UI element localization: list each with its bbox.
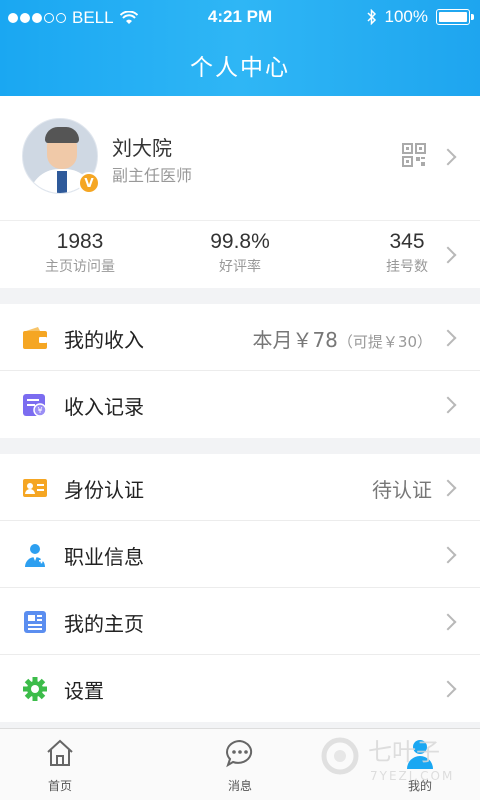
watermark-text: 七叶子 (368, 738, 440, 766)
homepage-icon (24, 611, 46, 633)
wallet-icon (23, 327, 47, 349)
doctor-name: 刘大院 (112, 136, 172, 160)
chevron-right-icon (439, 396, 457, 414)
my-homepage-row[interactable]: 我的主页 (0, 588, 480, 655)
stat-label: 主页访问量 (45, 259, 115, 275)
doctor-title: 副主任医师 (112, 166, 193, 185)
page-title: 个人中心 (190, 55, 290, 81)
identity-verify-row[interactable]: 身份认证 待认证 (0, 454, 480, 521)
stats-row[interactable]: 1983 主页访问量 99.8% 好评率 345 挂号数 (0, 220, 480, 288)
verified-badge: V (78, 172, 100, 194)
bluetooth-icon (366, 9, 376, 25)
chevron-right-icon (439, 479, 457, 497)
tab-messages[interactable]: 消息 (195, 737, 285, 794)
tab-home[interactable]: 首页 (15, 737, 105, 794)
withdrawable-amount: （可提￥30） (337, 333, 432, 351)
battery-icon (436, 9, 474, 25)
settings-label: 设置 (64, 679, 104, 703)
chevron-right-icon (439, 613, 457, 631)
chevron-right-icon (439, 546, 457, 564)
qr-code-icon[interactable] (402, 143, 426, 167)
stat-rating[interactable]: 99.8% 好评率 (165, 230, 315, 276)
watermark-logo: 七叶子 7YEZI.COM (321, 737, 454, 783)
status-right: 100% (366, 7, 474, 27)
identity-verify-label: 身份认证 (64, 478, 144, 502)
income-group: 我的收入 本月￥78（可提￥30） ¥ 收入记录 (0, 304, 480, 438)
my-homepage-label: 我的主页 (64, 612, 144, 636)
stat-visits[interactable]: 1983 主页访问量 (5, 230, 155, 276)
identity-status: 待认证 (372, 478, 432, 502)
chevron-right-icon (439, 680, 457, 698)
tab-label: 消息 (227, 779, 252, 793)
income-value: 本月￥78（可提￥30） (252, 324, 432, 353)
income-records-label: 收入记录 (64, 395, 144, 419)
battery-percent: 100% (384, 7, 428, 26)
svg-text:¥: ¥ (37, 406, 42, 415)
gear-icon (23, 677, 47, 701)
my-income-row[interactable]: 我的收入 本月￥78（可提￥30） (0, 304, 480, 371)
tab-label: 首页 (47, 779, 72, 793)
stat-value: 99.8% (210, 230, 270, 253)
stat-value: 1983 (56, 230, 104, 253)
status-bar: BELL 4:21 PM 100% (0, 0, 480, 36)
chevron-right-icon (439, 329, 457, 347)
career-info-label: 职业信息 (64, 545, 144, 569)
my-income-label: 我的收入 (64, 328, 144, 352)
income-records-row[interactable]: ¥ 收入记录 (0, 371, 480, 438)
stat-label: 挂号数 (386, 259, 428, 275)
stat-label: 好评率 (219, 259, 261, 275)
profile-card[interactable]: V 刘大院 副主任医师 (0, 96, 480, 220)
income-records-icon: ¥ (23, 394, 47, 417)
chevron-right-icon (439, 148, 457, 166)
home-icon (47, 739, 73, 766)
career-info-row[interactable]: 职业信息 (0, 521, 480, 588)
header-bar: BELL 4:21 PM 100% 个人中心 (0, 0, 480, 96)
id-card-icon (23, 479, 47, 497)
settings-row[interactable]: 设置 (0, 655, 480, 722)
stat-value: 345 (389, 230, 425, 253)
doctor-icon (25, 544, 45, 567)
settings-group: 身份认证 待认证 职业信息 我的主页 设置 (0, 454, 480, 722)
stat-registrations[interactable]: 345 挂号数 (332, 230, 480, 276)
watermark-url: 7YEZI.COM (370, 769, 454, 783)
month-income: 本月￥78 (252, 328, 338, 352)
chat-bubble-icon (226, 739, 253, 768)
